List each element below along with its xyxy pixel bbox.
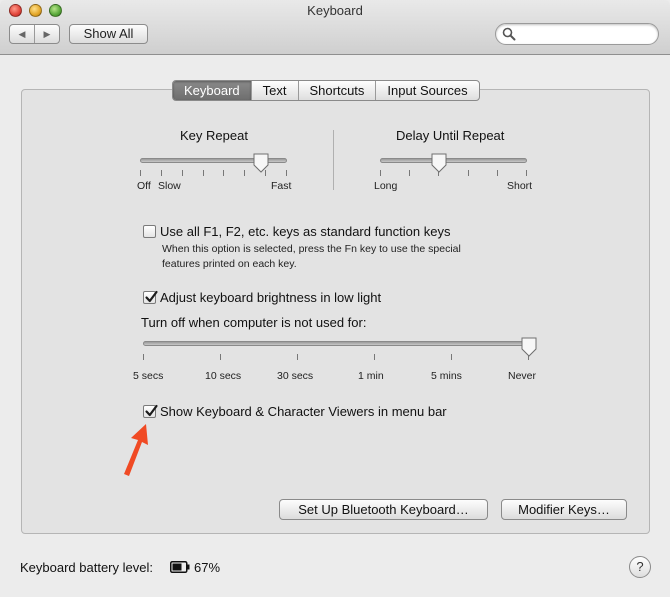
key-repeat-label: Key Repeat — [180, 128, 248, 143]
forward-button[interactable]: ▶ — [34, 25, 59, 43]
nav-back-forward: ◀ ▶ — [9, 24, 60, 44]
battery-level-label: Keyboard battery level: — [20, 560, 153, 575]
delay-slider-knob[interactable] — [431, 153, 447, 173]
timeout-slider-knob[interactable] — [521, 337, 537, 357]
slider-tick — [451, 354, 452, 360]
title-bar: Keyboard ◀ ▶ Show All — [0, 0, 670, 55]
timeout-tick-label: Never — [508, 370, 537, 382]
checkmark-icon — [145, 404, 158, 417]
timeout-tick-label: 10 secs — [205, 370, 242, 382]
key-repeat-off-label: Off — [137, 180, 151, 192]
timeout-tick-label: 5 mins — [431, 370, 462, 382]
turn-off-label: Turn off when computer is not used for: — [141, 315, 367, 330]
chevron-right-icon: ▶ — [43, 28, 51, 39]
delay-until-repeat-label: Delay Until Repeat — [396, 128, 505, 143]
checkmark-icon — [145, 290, 158, 303]
tab-shortcuts[interactable]: Shortcuts — [297, 81, 376, 100]
function-keys-description-1: When this option is selected, press the … — [162, 243, 461, 255]
slider-tick — [468, 170, 469, 176]
viewers-label: Show Keyboard & Character Viewers in men… — [160, 404, 447, 419]
show-all-button[interactable]: Show All — [69, 24, 148, 44]
slider-tick — [526, 170, 527, 176]
key-repeat-slow-label: Slow — [158, 180, 181, 192]
chevron-left-icon: ◀ — [18, 28, 26, 39]
search-icon — [502, 27, 516, 41]
slider-tick — [286, 170, 287, 176]
slider-tick — [297, 354, 298, 360]
back-button[interactable]: ◀ — [10, 25, 34, 43]
function-keys-checkbox[interactable] — [143, 225, 156, 238]
tab-bar: Keyboard Text Shortcuts Input Sources — [172, 80, 480, 101]
slider-tick — [161, 170, 162, 176]
slider-tick — [380, 170, 381, 176]
window-title: Keyboard — [307, 3, 363, 18]
timeout-tick-label: 5 secs — [133, 370, 164, 382]
delay-track[interactable] — [380, 158, 527, 163]
brightness-checkbox[interactable] — [143, 290, 158, 304]
battery-icon — [170, 561, 190, 573]
timeout-tick-label: 1 min — [358, 370, 384, 382]
slider-tick — [409, 170, 410, 176]
setup-bluetooth-keyboard-button[interactable]: Set Up Bluetooth Keyboard… — [279, 499, 488, 520]
tab-text[interactable]: Text — [250, 81, 298, 100]
slider-tick — [143, 354, 144, 360]
tab-input-sources[interactable]: Input Sources — [375, 81, 478, 100]
slider-tick — [374, 354, 375, 360]
slider-tick — [244, 170, 245, 176]
delay-ticks — [380, 170, 527, 176]
timeout-tick-label: 30 secs — [277, 370, 314, 382]
function-keys-label: Use all F1, F2, etc. keys as standard fu… — [160, 224, 451, 239]
timeout-ticks — [143, 354, 529, 360]
key-repeat-fast-label: Fast — [271, 180, 292, 192]
slider-divider — [333, 130, 334, 190]
function-keys-description-2: features printed on each key. — [162, 258, 297, 270]
search-field[interactable] — [495, 23, 659, 45]
slider-tick — [182, 170, 183, 176]
viewers-checkbox[interactable] — [143, 404, 158, 418]
brightness-label: Adjust keyboard brightness in low light — [160, 290, 382, 305]
slider-tick — [140, 170, 141, 176]
timeout-track[interactable] — [143, 341, 529, 346]
annotation-arrow-icon — [124, 424, 148, 476]
battery-percentage: 67% — [194, 560, 221, 575]
delay-long-label: Long — [374, 180, 398, 192]
modifier-keys-button[interactable]: Modifier Keys… — [501, 499, 627, 520]
search-input[interactable] — [518, 26, 654, 42]
help-button[interactable]: ? — [629, 556, 651, 578]
slider-tick — [220, 354, 221, 360]
delay-short-label: Short — [507, 180, 533, 192]
tab-keyboard[interactable]: Keyboard — [173, 81, 251, 100]
slider-tick — [497, 170, 498, 176]
slider-tick — [223, 170, 224, 176]
key-repeat-slider-knob[interactable] — [253, 153, 269, 173]
slider-tick — [203, 170, 204, 176]
